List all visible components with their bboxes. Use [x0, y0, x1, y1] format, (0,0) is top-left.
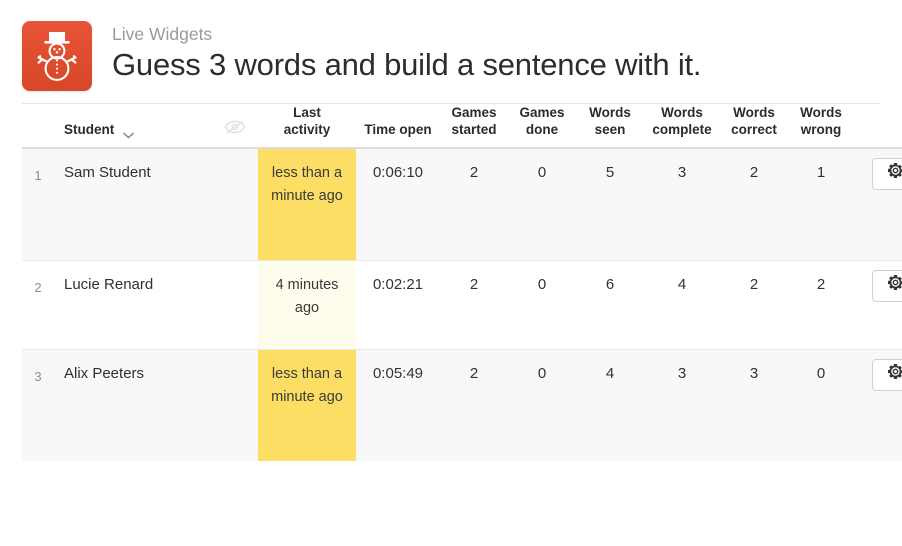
- cell-last-activity: less than a minute ago: [258, 350, 356, 462]
- cell-words-correct: 3: [720, 350, 788, 462]
- cell-games-done: 0: [508, 148, 576, 261]
- col-header-words-wrong[interactable]: Words wrong: [788, 104, 854, 148]
- cell-actions: [854, 261, 902, 350]
- table-body: 1 Sam Student less than a minute ago 0:0…: [22, 148, 902, 461]
- cell-student-name[interactable]: Lucie Renard: [54, 261, 212, 350]
- col-header-words-complete-line2: complete: [652, 122, 711, 137]
- cell-words-seen: 6: [576, 261, 644, 350]
- col-header-words-seen-line2: seen: [595, 122, 626, 137]
- col-header-time-open[interactable]: Time open: [356, 104, 440, 148]
- cell-actions: [854, 148, 902, 261]
- table-row[interactable]: 1 Sam Student less than a minute ago 0:0…: [22, 148, 902, 261]
- cell-words-correct: 2: [720, 148, 788, 261]
- cell-words-seen: 4: [576, 350, 644, 462]
- col-header-games-done-line2: done: [526, 122, 558, 137]
- table-header-row: Student: [22, 104, 902, 148]
- cell-rank: 3: [22, 350, 54, 462]
- gear-icon: [887, 363, 902, 387]
- col-header-games-started-line2: started: [451, 122, 496, 137]
- col-header-words-seen-line1: Words: [589, 105, 631, 120]
- cell-student-name[interactable]: Alix Peeters: [54, 350, 212, 462]
- cell-visibility[interactable]: [212, 350, 258, 462]
- cell-games-done: 0: [508, 261, 576, 350]
- col-header-last-activity-line2: activity: [284, 122, 331, 137]
- cell-visibility[interactable]: [212, 261, 258, 350]
- cell-rank: 2: [22, 261, 54, 350]
- col-header-words-correct[interactable]: Words correct: [720, 104, 788, 148]
- cell-games-started: 2: [440, 148, 508, 261]
- cell-time-open: 0:06:10: [356, 148, 440, 261]
- col-header-student[interactable]: Student: [54, 104, 212, 148]
- eye-off-icon[interactable]: [224, 120, 246, 138]
- col-header-words-correct-line2: correct: [731, 122, 777, 137]
- roster-table-container: Student: [0, 104, 902, 461]
- row-settings-button[interactable]: [872, 270, 902, 302]
- chevron-down-icon[interactable]: [123, 126, 134, 133]
- col-header-words-seen[interactable]: Words seen: [576, 104, 644, 148]
- cell-last-activity: 4 minutes ago: [258, 261, 356, 350]
- col-header-games-done-line1: Games: [519, 105, 564, 120]
- col-header-games-started-line1: Games: [451, 105, 496, 120]
- breadcrumb: Live Widgets: [112, 23, 701, 45]
- cell-time-open: 0:05:49: [356, 350, 440, 462]
- cell-actions: [854, 350, 902, 462]
- page-header: Live Widgets Guess 3 words and build a s…: [0, 0, 902, 91]
- table-row[interactable]: 3 Alix Peeters less than a minute ago 0:…: [22, 350, 902, 462]
- cell-games-done: 0: [508, 350, 576, 462]
- snowman-icon: [22, 21, 92, 91]
- cell-rank: 1: [22, 148, 54, 261]
- col-header-games-started[interactable]: Games started: [440, 104, 508, 148]
- row-settings-button[interactable]: [872, 158, 902, 190]
- cell-visibility[interactable]: [212, 148, 258, 261]
- col-header-words-complete-line1: Words: [661, 105, 703, 120]
- cell-words-complete: 4: [644, 261, 720, 350]
- col-header-words-correct-line1: Words: [733, 105, 775, 120]
- gear-icon: [887, 274, 902, 298]
- cell-student-name[interactable]: Sam Student: [54, 148, 212, 261]
- gear-icon: [887, 162, 902, 186]
- cell-words-complete: 3: [644, 148, 720, 261]
- col-header-actions: [854, 104, 902, 148]
- col-header-games-done[interactable]: Games done: [508, 104, 576, 148]
- cell-words-complete: 3: [644, 350, 720, 462]
- cell-words-wrong: 1: [788, 148, 854, 261]
- student-roster-table: Student: [22, 104, 902, 461]
- page-title: Guess 3 words and build a sentence with …: [112, 45, 701, 85]
- col-header-visibility[interactable]: [212, 104, 258, 148]
- cell-words-wrong: 0: [788, 350, 854, 462]
- cell-words-correct: 2: [720, 261, 788, 350]
- cell-words-seen: 5: [576, 148, 644, 261]
- col-header-words-complete[interactable]: Words complete: [644, 104, 720, 148]
- col-header-time-open-label: Time open: [364, 122, 431, 137]
- col-header-student-label: Student: [64, 121, 114, 138]
- row-settings-button[interactable]: [872, 359, 902, 391]
- cell-games-started: 2: [440, 350, 508, 462]
- col-header-words-wrong-line2: wrong: [801, 122, 842, 137]
- col-header-last-activity[interactable]: Last activity: [258, 104, 356, 148]
- header-text-block: Live Widgets Guess 3 words and build a s…: [112, 21, 701, 85]
- table-row[interactable]: 2 Lucie Renard 4 minutes ago 0:02:21 2 0…: [22, 261, 902, 350]
- col-header-last-activity-line1: Last: [293, 105, 321, 120]
- cell-time-open: 0:02:21: [356, 261, 440, 350]
- col-header-rank: [22, 104, 54, 148]
- cell-words-wrong: 2: [788, 261, 854, 350]
- col-header-words-wrong-line1: Words: [800, 105, 842, 120]
- cell-last-activity: less than a minute ago: [258, 148, 356, 261]
- cell-games-started: 2: [440, 261, 508, 350]
